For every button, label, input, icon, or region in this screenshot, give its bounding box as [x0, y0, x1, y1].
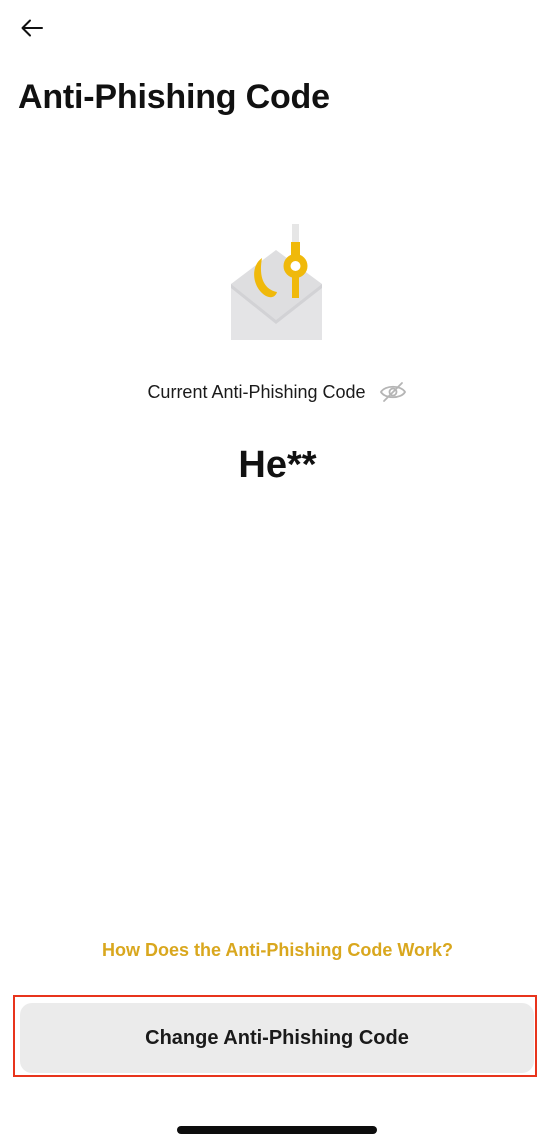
- envelope-with-fishhooks-icon: [222, 222, 330, 346]
- current-code-value: He**: [238, 444, 317, 486]
- how-it-works-link[interactable]: How Does the Anti-Phishing Code Work?: [0, 940, 555, 961]
- current-code-label: Current Anti-Phishing Code: [147, 381, 366, 402]
- eye-slash-icon[interactable]: [378, 380, 408, 404]
- arrow-left-icon: [21, 19, 43, 37]
- back-button[interactable]: [14, 10, 50, 46]
- change-code-button[interactable]: Change Anti-Phishing Code: [20, 1003, 534, 1073]
- current-code-label-row: Current Anti-Phishing Code: [0, 378, 555, 406]
- home-indicator: [177, 1126, 377, 1134]
- page-title: Anti-Phishing Code: [18, 78, 330, 116]
